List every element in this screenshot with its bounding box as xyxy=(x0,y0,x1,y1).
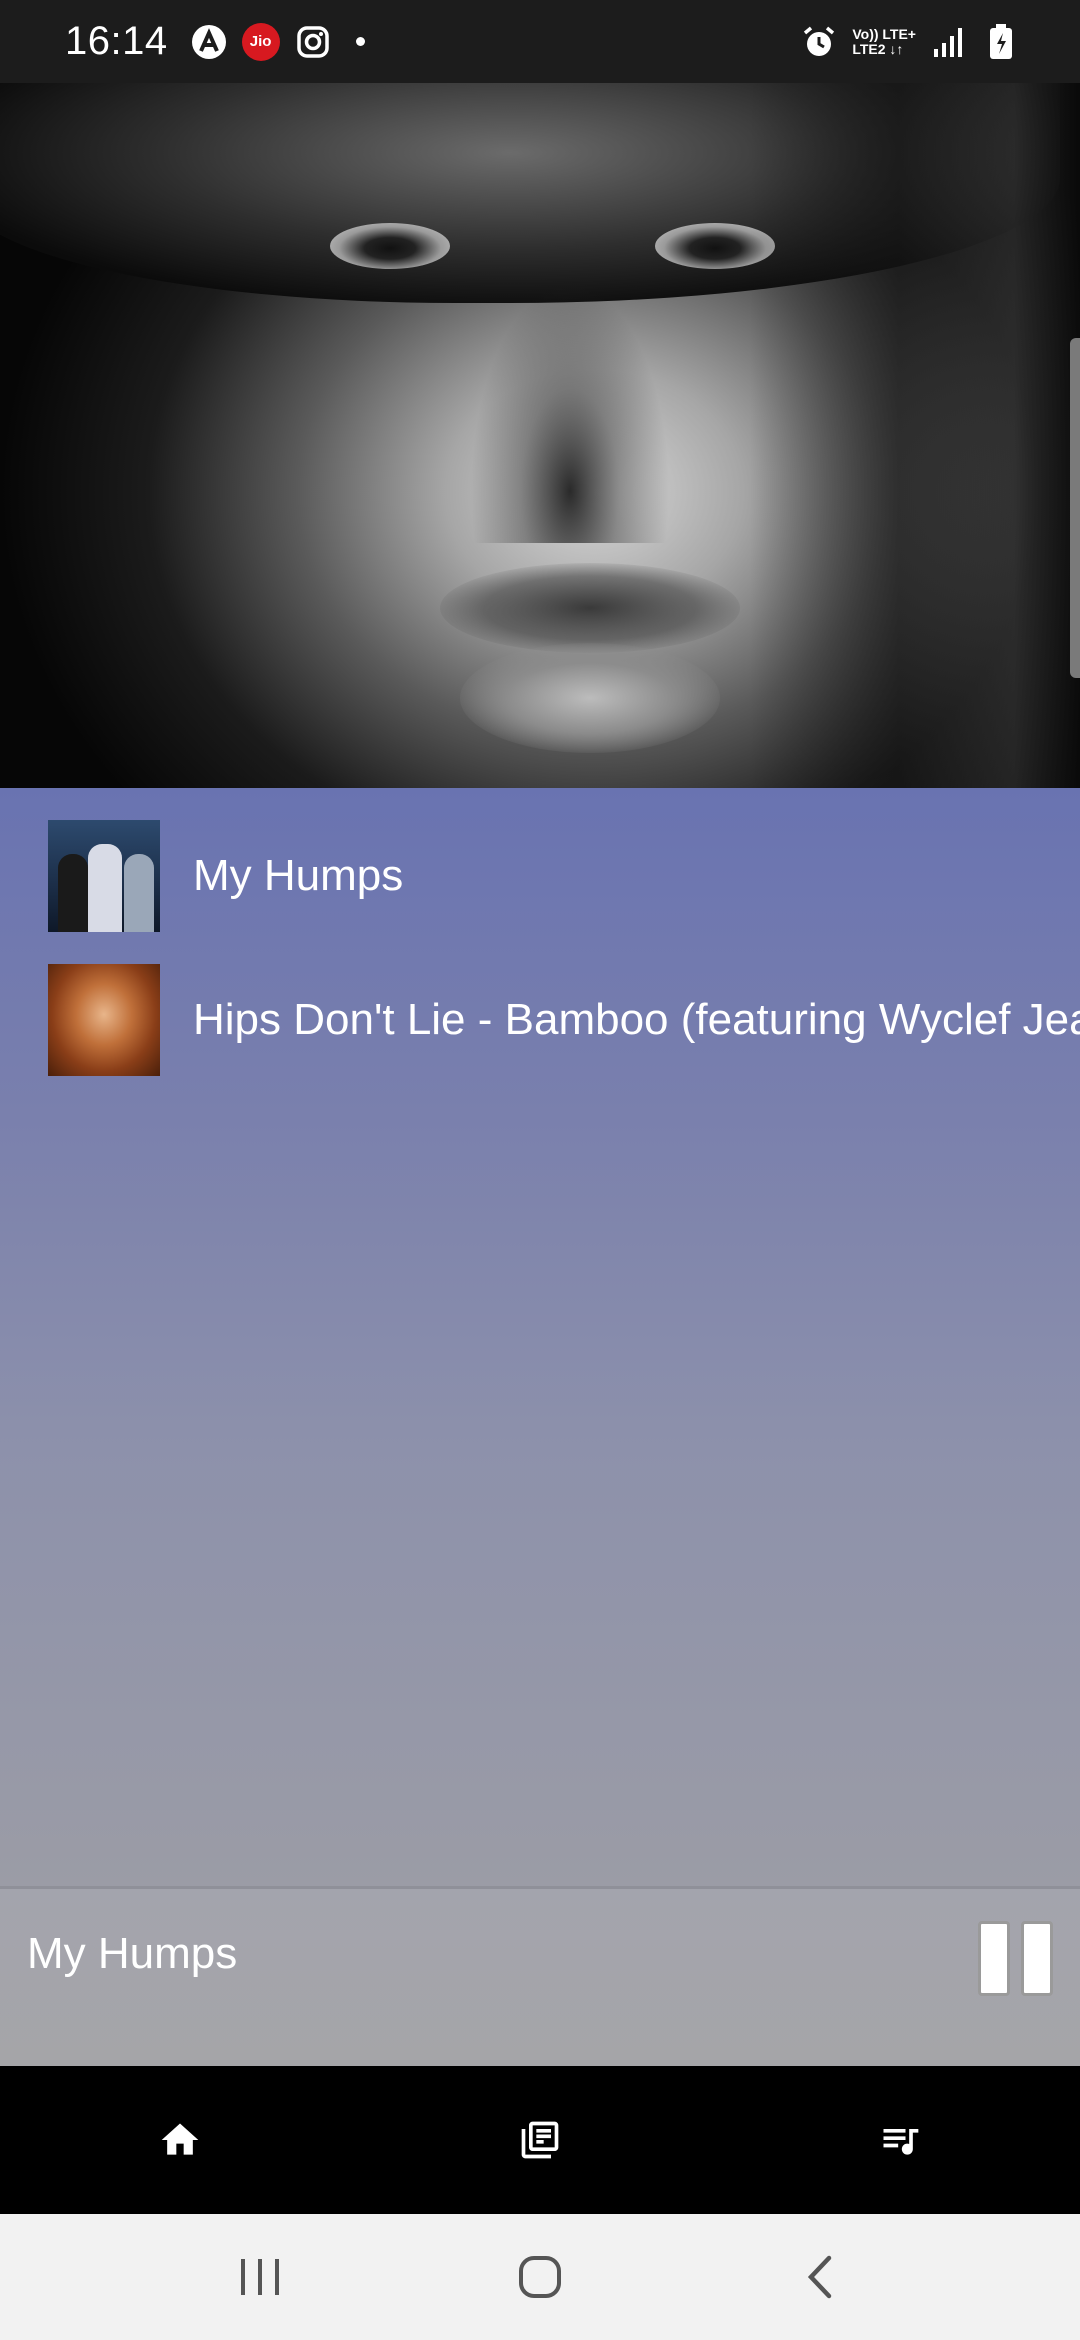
album-art-hips-dont-lie xyxy=(48,964,160,1076)
pause-icon xyxy=(978,1921,1010,1996)
battery-icon xyxy=(982,23,1020,61)
album-art-figure xyxy=(58,854,88,932)
nav-home[interactable] xyxy=(0,2066,360,2214)
jio-icon: Jio xyxy=(241,22,280,61)
mini-player[interactable]: My Humps xyxy=(0,1886,1080,2066)
notification-dot xyxy=(355,37,365,46)
song-list-item[interactable]: My Humps xyxy=(48,820,1080,932)
status-bar: 16:14 Jio Vo)) LTE+ LTE2 ↓↑ xyxy=(0,0,1080,83)
system-navigation-bar xyxy=(0,2214,1080,2340)
pause-button[interactable] xyxy=(978,1921,1053,1996)
assistant-icon xyxy=(190,23,228,61)
recents-button[interactable] xyxy=(200,2237,320,2317)
status-left-icons: Jio xyxy=(190,22,365,61)
status-time: 16:14 xyxy=(65,19,168,63)
recents-icon xyxy=(241,2259,279,2295)
alarm-icon xyxy=(800,23,838,61)
album-art-figure xyxy=(124,854,154,932)
artist-hero-image xyxy=(0,83,1080,788)
pause-icon xyxy=(1021,1921,1053,1996)
signal-icon xyxy=(930,23,968,61)
nav-library[interactable] xyxy=(360,2066,720,2214)
hero-lips xyxy=(460,643,720,753)
network-indicator: Vo)) LTE+ LTE2 ↓↑ xyxy=(852,25,916,57)
now-playing-title: My Humps xyxy=(27,1929,238,1978)
instagram-icon xyxy=(294,23,332,61)
scroll-handle[interactable] xyxy=(1070,338,1080,678)
back-button[interactable] xyxy=(760,2237,880,2317)
library-icon xyxy=(521,2121,559,2159)
status-right-icons: Vo)) LTE+ LTE2 ↓↑ xyxy=(800,23,1020,61)
album-art-my-humps xyxy=(48,820,160,932)
home-icon xyxy=(161,2123,199,2155)
song-list: My Humps Hips Don't Lie - Bamboo (featur… xyxy=(0,788,1080,1886)
hero-nose-shadow xyxy=(470,283,670,543)
album-art-figure xyxy=(88,844,122,932)
home-circle-icon xyxy=(519,2256,561,2298)
hero-left-eye xyxy=(330,223,450,269)
home-system-button[interactable] xyxy=(480,2237,600,2317)
network-line-1: Vo)) LTE+ xyxy=(852,25,916,42)
song-title: Hips Don't Lie - Bamboo (featuring Wycle… xyxy=(193,995,1080,1044)
song-list-item[interactable]: Hips Don't Lie - Bamboo (featuring Wycle… xyxy=(48,964,1080,1076)
queue-music-icon xyxy=(883,2129,919,2155)
song-title: My Humps xyxy=(193,851,404,900)
network-line-2: LTE2 ↓↑ xyxy=(852,40,904,57)
hero-mustache xyxy=(440,563,740,653)
nav-queue[interactable] xyxy=(720,2066,1080,2214)
bottom-navigation xyxy=(0,2066,1080,2214)
back-icon xyxy=(807,2255,832,2299)
hero-side-shadow xyxy=(750,83,1080,788)
